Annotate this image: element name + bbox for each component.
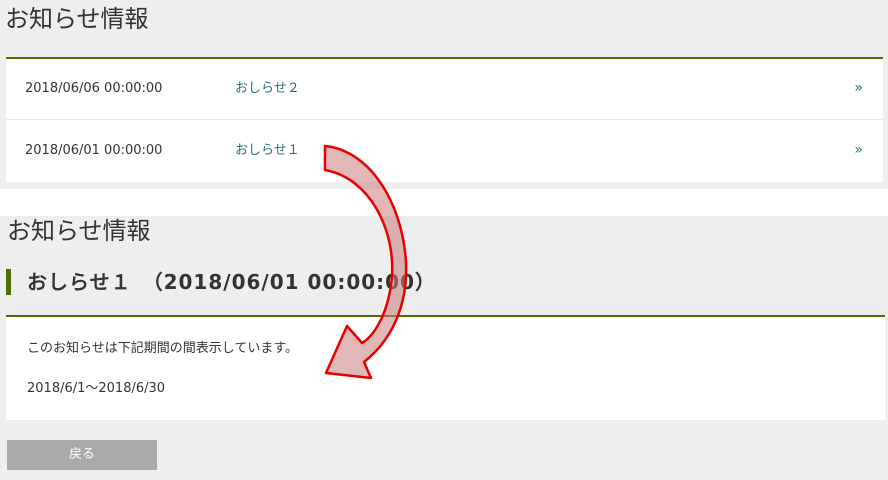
news-list-panel: お知らせ情報 2018/06/06 00:00:00 おしらせ２ » 2018/…	[0, 0, 888, 189]
news-date: 2018/06/01 00:00:00	[25, 143, 163, 158]
news-date: 2018/06/06 00:00:00	[25, 81, 163, 96]
news-list-item[interactable]: 2018/06/01 00:00:00 おしらせ１ »	[6, 121, 883, 182]
news-detail-panel: お知らせ情報 おしらせ１ （2018/06/01 00:00:00） このお知ら…	[0, 216, 888, 480]
news-title-link[interactable]: おしらせ２	[235, 81, 300, 97]
news-detail-body: このお知らせは下記期間の間表示しています。 2018/6/1～2018/6/30	[6, 315, 885, 420]
news-list-item[interactable]: 2018/06/06 00:00:00 おしらせ２ »	[6, 59, 883, 120]
news-title-link[interactable]: おしらせ１	[235, 143, 300, 159]
back-button[interactable]: 戻る	[7, 440, 157, 470]
chevron-right-icon[interactable]: »	[854, 79, 863, 97]
page-title: お知らせ情報	[7, 217, 151, 245]
page-title: お知らせ情報	[5, 5, 149, 33]
chevron-right-icon[interactable]: »	[854, 141, 863, 159]
news-detail-title: おしらせ１ （2018/06/01 00:00:00）	[6, 269, 436, 295]
news-detail-message: このお知らせは下記期間の間表示しています。	[27, 341, 299, 356]
news-detail-period: 2018/6/1～2018/6/30	[27, 381, 166, 396]
news-list: 2018/06/06 00:00:00 おしらせ２ » 2018/06/01 0…	[6, 57, 883, 182]
